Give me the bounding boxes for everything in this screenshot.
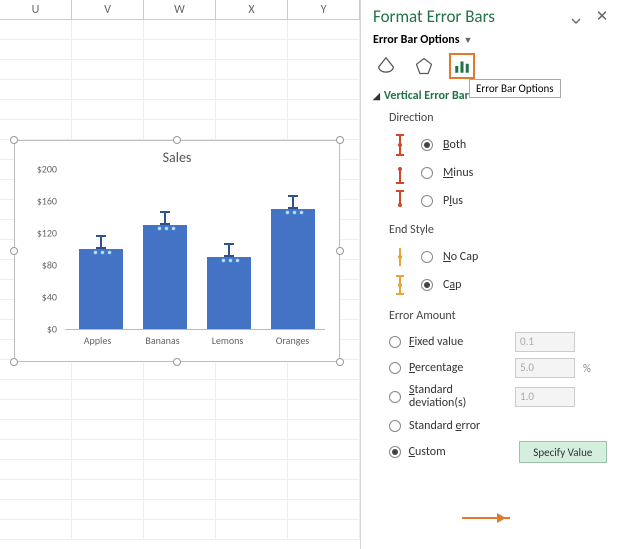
direction-minus[interactable]: Minus <box>389 159 607 187</box>
percentage-input: 5.0 <box>515 358 575 378</box>
error-bar-options-dropdown[interactable]: Error Bar Options ▼ <box>361 31 619 53</box>
radio[interactable] <box>389 336 401 348</box>
radio[interactable] <box>389 420 401 432</box>
bar[interactable] <box>271 209 315 329</box>
specify-value-button[interactable]: Specify Value <box>519 441 607 463</box>
chart-plot-area[interactable]: $0$40$80$120$160$200 <box>65 170 325 330</box>
x-tick-label: Oranges <box>260 334 325 347</box>
amount-fixed[interactable]: Fixed value 0.1 <box>389 329 607 355</box>
radio[interactable] <box>421 167 433 179</box>
pct-unit: % <box>583 362 591 375</box>
radio[interactable] <box>389 362 401 374</box>
resize-handle[interactable] <box>173 358 181 366</box>
error-minus-icon <box>389 162 411 184</box>
radio[interactable] <box>389 391 401 403</box>
error-plus-icon <box>389 190 411 212</box>
chart-object[interactable]: Sales $0$40$80$120$160$200 ApplesBananas… <box>14 140 340 362</box>
radio[interactable] <box>421 279 433 291</box>
options-label: Error Bar Options <box>373 33 460 47</box>
bar[interactable] <box>143 225 187 329</box>
col-header[interactable]: X <box>216 0 288 19</box>
bar[interactable] <box>207 257 251 329</box>
resize-handle[interactable] <box>336 136 344 144</box>
amount-custom[interactable]: Custom Specify Value <box>389 439 607 465</box>
x-tick-label: Apples <box>65 334 130 347</box>
bar[interactable] <box>79 249 123 329</box>
direction-label: Direction <box>389 111 607 125</box>
resize-handle[interactable] <box>336 358 344 366</box>
radio[interactable] <box>389 446 401 458</box>
amount-stderr[interactable]: Standard error <box>389 413 607 439</box>
cap-icon <box>389 274 411 296</box>
chart-title[interactable]: Sales <box>15 141 339 170</box>
radio[interactable] <box>421 195 433 207</box>
amount-label: Error Amount <box>389 309 607 323</box>
pane-title: Format Error Bars <box>373 6 571 27</box>
x-tick-label: Bananas <box>130 334 195 347</box>
radio[interactable] <box>421 251 433 263</box>
resize-handle[interactable] <box>10 136 18 144</box>
x-tick-label: Lemons <box>195 334 260 347</box>
col-header[interactable]: U <box>0 0 72 19</box>
resize-handle[interactable] <box>173 136 181 144</box>
column-headers: U V W X Y <box>0 0 360 20</box>
error-both-icon <box>389 134 411 156</box>
chevron-down-icon: ▼ <box>464 35 473 46</box>
fill-line-icon[interactable] <box>373 53 399 79</box>
bar-options-icon[interactable] <box>449 53 475 79</box>
x-axis: ApplesBananasLemonsOranges <box>65 334 325 347</box>
endstyle-nocap[interactable]: No Cap <box>389 243 607 271</box>
tooltip: Error Bar Options <box>469 79 561 98</box>
endstyle-label: End Style <box>389 223 607 237</box>
direction-plus[interactable]: Plus <box>389 187 607 215</box>
effects-icon[interactable] <box>411 53 437 79</box>
col-header[interactable]: V <box>72 0 144 19</box>
collapse-icon: ◢ <box>373 91 380 102</box>
endstyle-cap[interactable]: Cap <box>389 271 607 299</box>
nocap-icon <box>389 246 411 268</box>
y-axis: $0$40$80$120$160$200 <box>25 170 61 329</box>
annotation-arrow <box>462 517 510 519</box>
direction-both[interactable]: Both <box>389 131 607 159</box>
stddev-input: 1.0 <box>515 387 575 407</box>
col-header[interactable]: Y <box>288 0 360 19</box>
resize-handle[interactable] <box>10 247 18 255</box>
fixed-value-input: 0.1 <box>515 332 575 352</box>
amount-stddev[interactable]: Standarddeviation(s) 1.0 <box>389 381 607 413</box>
radio[interactable] <box>421 139 433 151</box>
amount-percentage[interactable]: Percentage 5.0 % <box>389 355 607 381</box>
close-icon[interactable]: ✕ <box>595 10 609 24</box>
resize-handle[interactable] <box>336 247 344 255</box>
format-error-bars-pane: Format Error Bars ✕ Error Bar Options ▼ … <box>360 0 619 549</box>
col-header[interactable]: W <box>144 0 216 19</box>
pane-options-dropdown-icon[interactable] <box>571 12 581 22</box>
resize-handle[interactable] <box>10 358 18 366</box>
